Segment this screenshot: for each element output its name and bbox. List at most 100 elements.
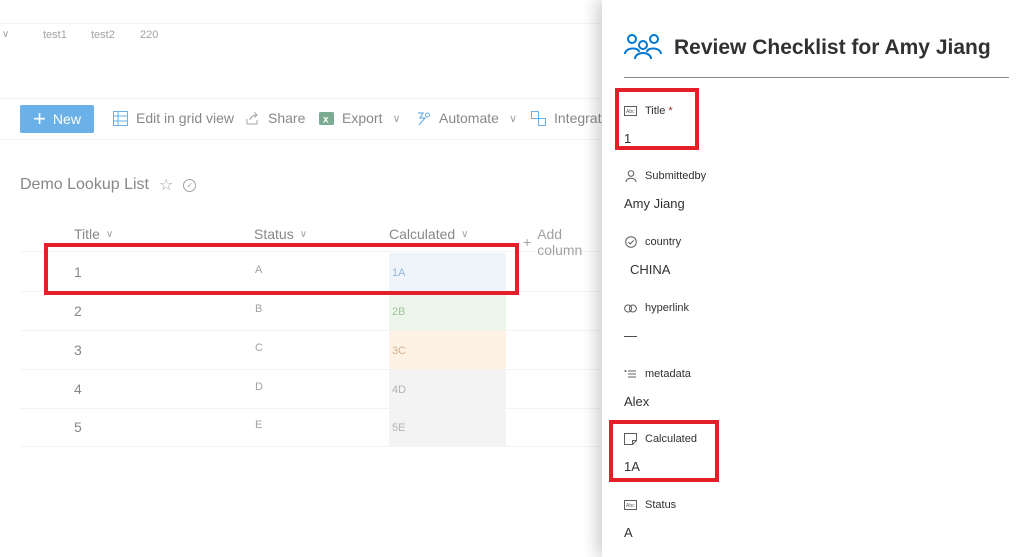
field-title-label-text: Title bbox=[645, 105, 666, 117]
cell-status: B bbox=[255, 303, 263, 315]
list-row[interactable]: 1 A 1A bbox=[20, 253, 602, 292]
svg-text:Abc: Abc bbox=[626, 503, 635, 509]
integrate-label: Integrate bbox=[554, 110, 602, 126]
cell-status: C bbox=[255, 342, 263, 354]
required-mark: * bbox=[668, 105, 673, 117]
field-status-value[interactable]: A bbox=[624, 525, 1004, 540]
command-bar: + New Edit in grid view Share x Export ∨ bbox=[0, 98, 602, 140]
field-country-label-text: country bbox=[645, 236, 682, 248]
list-row[interactable]: 4 D 4D bbox=[20, 370, 602, 409]
list-column-headers: Title ∨ Status ∨ Calculated ∨ + Add colu… bbox=[20, 214, 602, 258]
chevron-down-icon: ∨ bbox=[105, 228, 114, 240]
cell-status: D bbox=[255, 381, 263, 393]
cell-calculated: 3C bbox=[389, 331, 506, 369]
integrate-button[interactable]: Integrate bbox=[530, 110, 602, 126]
panel-title: Review Checklist for Amy Jiang bbox=[674, 35, 991, 59]
column-header-title-label: Title bbox=[74, 226, 100, 242]
nav-link-test2[interactable]: test2 bbox=[91, 29, 115, 41]
field-country-value[interactable]: CHINA bbox=[630, 262, 1004, 277]
field-metadata[interactable]: metadata Alex bbox=[624, 367, 1004, 409]
column-header-calculated[interactable]: Calculated ∨ bbox=[389, 226, 468, 242]
field-hyperlink-label: hyperlink bbox=[624, 301, 1004, 315]
automate-icon bbox=[415, 110, 431, 126]
field-title-value[interactable]: 1 bbox=[624, 131, 1004, 146]
column-header-calculated-label: Calculated bbox=[389, 226, 456, 242]
people-icon bbox=[624, 30, 662, 65]
list-title: Demo Lookup List ☆ ✓ bbox=[20, 175, 197, 195]
share-button[interactable]: Share bbox=[244, 110, 305, 126]
automate-label: Automate bbox=[439, 110, 499, 126]
chevron-down-icon: ∨ bbox=[461, 228, 469, 240]
item-details-panel: Review Checklist for Amy Jiang Abc Title… bbox=[602, 0, 1027, 557]
list-row[interactable]: 5 E 5E bbox=[20, 408, 602, 447]
text-field-icon: Abc bbox=[624, 105, 637, 118]
check-circle-icon bbox=[624, 236, 637, 249]
list-page: ∨ test1 test2 220 + New Edit in grid vie… bbox=[0, 0, 602, 557]
chevron-down-icon: ∨ bbox=[392, 112, 401, 125]
field-submittedby-label: Submittedby bbox=[624, 169, 1004, 183]
cell-status: A bbox=[255, 264, 263, 276]
field-submittedby-label-text: Submittedby bbox=[645, 170, 707, 182]
metadata-icon bbox=[624, 368, 637, 381]
link-icon bbox=[624, 302, 637, 315]
export-button[interactable]: x Export ∨ bbox=[318, 110, 401, 126]
text-field-icon: Abc bbox=[624, 499, 637, 512]
field-status-label: Abc Status bbox=[624, 498, 1004, 512]
edit-grid-view-label: Edit in grid view bbox=[136, 110, 235, 126]
list-row[interactable]: 2 B 2B bbox=[20, 292, 602, 331]
field-status[interactable]: Abc Status A bbox=[624, 498, 1004, 540]
new-button-label: New bbox=[52, 111, 81, 127]
plus-icon: + bbox=[33, 106, 46, 131]
field-hyperlink[interactable]: hyperlink — bbox=[624, 301, 1004, 343]
share-icon bbox=[244, 110, 260, 126]
column-header-status[interactable]: Status ∨ bbox=[254, 226, 307, 242]
field-metadata-label: metadata bbox=[624, 367, 1004, 381]
field-title[interactable]: Abc Title * 1 bbox=[624, 104, 1004, 146]
check-circle-icon[interactable]: ✓ bbox=[183, 178, 197, 192]
field-hyperlink-label-text: hyperlink bbox=[645, 302, 690, 314]
field-hyperlink-value[interactable]: — bbox=[624, 328, 1004, 343]
field-country[interactable]: country CHINA bbox=[624, 235, 1004, 277]
person-icon bbox=[624, 170, 637, 183]
nav-link-test1[interactable]: test1 bbox=[43, 29, 67, 41]
share-label: Share bbox=[268, 110, 306, 126]
chevron-down-icon: ∨ bbox=[508, 112, 517, 125]
field-submittedby[interactable]: Submittedby Amy Jiang bbox=[624, 169, 1004, 211]
chevron-down-icon[interactable]: ∨ bbox=[2, 29, 9, 40]
column-header-title[interactable]: Title ∨ bbox=[74, 226, 113, 242]
calculator-icon bbox=[624, 433, 637, 446]
cell-title[interactable]: 3 bbox=[74, 342, 82, 358]
top-navigation: ∨ test1 test2 220 bbox=[0, 0, 602, 48]
star-icon[interactable]: ☆ bbox=[159, 175, 173, 195]
edit-grid-view-button[interactable]: Edit in grid view bbox=[112, 110, 234, 126]
list-title-text: Demo Lookup List bbox=[20, 176, 149, 193]
field-metadata-value[interactable]: Alex bbox=[624, 394, 1004, 409]
cell-calculated: 1A bbox=[389, 253, 506, 291]
field-calculated-value[interactable]: 1A bbox=[624, 459, 1004, 474]
nav-link-220[interactable]: 220 bbox=[140, 29, 158, 41]
field-status-label-text: Status bbox=[645, 499, 677, 511]
cell-title[interactable]: 4 bbox=[74, 381, 82, 397]
panel-divider bbox=[624, 77, 1009, 78]
field-metadata-label-text: metadata bbox=[645, 368, 691, 380]
cell-status: E bbox=[255, 419, 263, 431]
field-calculated-label: Calculated bbox=[624, 432, 1004, 446]
cell-title[interactable]: 5 bbox=[74, 419, 82, 435]
automate-button[interactable]: Automate ∨ bbox=[415, 110, 517, 126]
cell-title[interactable]: 2 bbox=[74, 303, 82, 319]
panel-header: Review Checklist for Amy Jiang bbox=[624, 30, 991, 65]
new-button[interactable]: + New bbox=[20, 105, 94, 133]
cell-calculated: 4D bbox=[389, 370, 506, 408]
cell-calculated: 2B bbox=[389, 292, 506, 330]
field-title-label: Abc Title * bbox=[624, 104, 1004, 118]
column-header-status-label: Status bbox=[254, 226, 294, 242]
field-submittedby-value[interactable]: Amy Jiang bbox=[624, 196, 1004, 211]
list-row[interactable]: 3 C 3C bbox=[20, 331, 602, 370]
svg-text:Abc: Abc bbox=[626, 109, 635, 115]
integrate-icon bbox=[530, 110, 546, 126]
grid-icon bbox=[112, 110, 128, 126]
chevron-down-icon: ∨ bbox=[299, 228, 308, 240]
field-calculated[interactable]: Calculated 1A bbox=[624, 432, 1004, 474]
export-label: Export bbox=[342, 110, 383, 126]
cell-title[interactable]: 1 bbox=[74, 264, 82, 280]
